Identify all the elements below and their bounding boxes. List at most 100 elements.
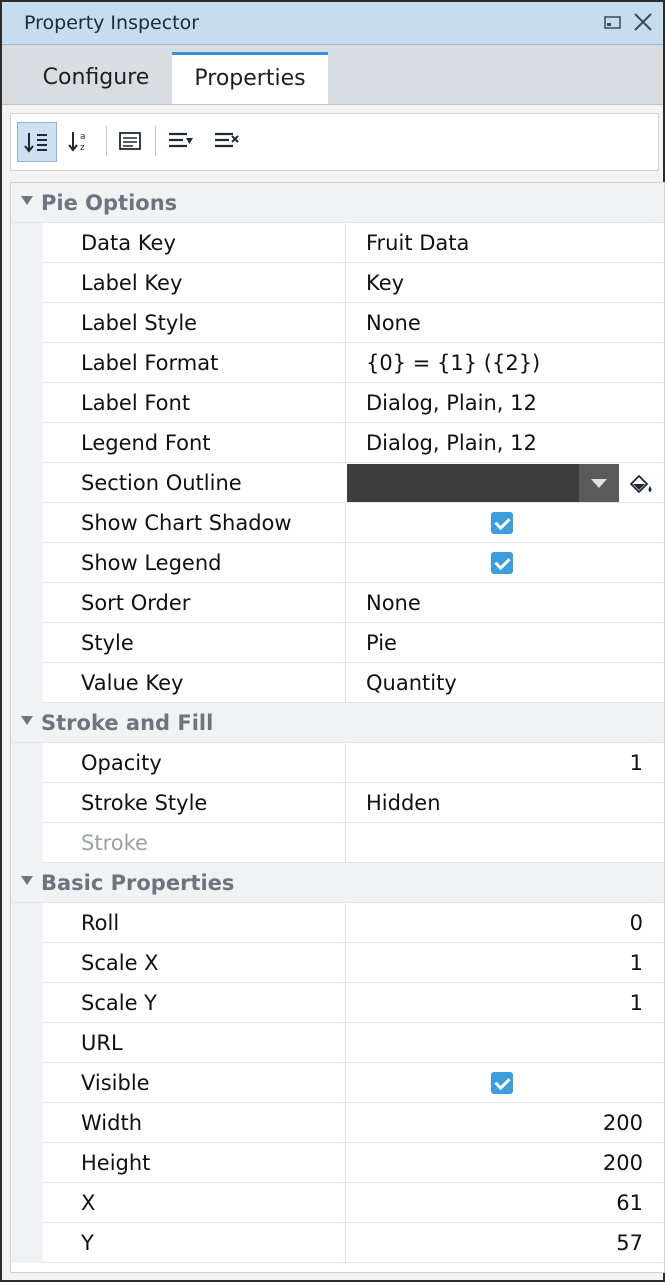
property-value[interactable]: 200 bbox=[603, 1111, 643, 1135]
property-name: Label Font bbox=[81, 391, 191, 415]
property-value[interactable]: Dialog, Plain, 12 bbox=[366, 431, 537, 455]
group-pie-options[interactable]: Pie Options bbox=[11, 183, 664, 223]
property-value[interactable]: None bbox=[366, 591, 421, 615]
caret-down-icon bbox=[21, 196, 33, 205]
property-row-style[interactable]: Style Pie bbox=[11, 623, 664, 663]
property-name: Show Legend bbox=[81, 551, 222, 575]
group-label: Basic Properties bbox=[41, 871, 235, 895]
tab-properties[interactable]: Properties bbox=[172, 52, 328, 104]
property-name: Scale Y bbox=[81, 991, 158, 1015]
property-value[interactable]: 1 bbox=[630, 951, 643, 975]
property-row-url[interactable]: URL bbox=[11, 1023, 664, 1063]
property-value[interactable]: {0} = {1} ({2}) bbox=[366, 351, 540, 375]
close-icon[interactable] bbox=[630, 9, 656, 35]
svg-text:z: z bbox=[80, 143, 85, 153]
group-basic-properties[interactable]: Basic Properties bbox=[11, 863, 664, 903]
property-row-height[interactable]: Height 200 bbox=[11, 1143, 664, 1183]
property-inspector-window: Property Inspector Configure Properties … bbox=[0, 0, 665, 1282]
property-value[interactable]: 1 bbox=[630, 991, 643, 1015]
group-stroke-and-fill[interactable]: Stroke and Fill bbox=[11, 703, 664, 743]
property-name: Data Key bbox=[81, 231, 176, 255]
property-row-scale-y[interactable]: Scale Y 1 bbox=[11, 983, 664, 1023]
checkbox-checked[interactable] bbox=[491, 512, 513, 534]
property-name: Height bbox=[81, 1151, 151, 1175]
property-row-y[interactable]: Y 57 bbox=[11, 1223, 664, 1263]
property-name: Scale X bbox=[81, 951, 159, 975]
toolbar-separator bbox=[106, 126, 107, 156]
property-row-x[interactable]: X 61 bbox=[11, 1183, 664, 1223]
svg-text:a: a bbox=[80, 132, 86, 142]
property-name: Value Key bbox=[81, 671, 184, 695]
property-value[interactable]: 0 bbox=[630, 911, 643, 935]
chevron-down-icon[interactable] bbox=[579, 464, 619, 502]
window-title: Property Inspector bbox=[24, 12, 200, 34]
property-name: Stroke Style bbox=[81, 791, 208, 815]
property-row-label-style[interactable]: Label Style None bbox=[11, 303, 664, 343]
property-name: Opacity bbox=[81, 751, 162, 775]
property-row-value-key[interactable]: Value Key Quantity bbox=[11, 663, 664, 703]
checkbox-checked[interactable] bbox=[491, 1072, 513, 1094]
property-row-legend-font[interactable]: Legend Font Dialog, Plain, 12 bbox=[11, 423, 664, 463]
property-value[interactable]: Quantity bbox=[366, 671, 457, 695]
property-row-stroke-style[interactable]: Stroke Style Hidden bbox=[11, 783, 664, 823]
property-value[interactable]: 1 bbox=[630, 751, 643, 775]
restore-icon[interactable] bbox=[600, 9, 626, 35]
collapse-all-icon[interactable] bbox=[207, 122, 247, 162]
property-value[interactable]: Key bbox=[366, 271, 404, 295]
property-name: Width bbox=[81, 1111, 143, 1135]
property-name: URL bbox=[81, 1031, 123, 1055]
property-value[interactable]: 57 bbox=[616, 1231, 643, 1255]
property-row-show-chart-shadow[interactable]: Show Chart Shadow bbox=[11, 503, 664, 543]
details-icon[interactable] bbox=[111, 122, 151, 162]
property-name: Legend Font bbox=[81, 431, 211, 455]
property-value[interactable]: 200 bbox=[603, 1151, 643, 1175]
property-value[interactable]: Dialog, Plain, 12 bbox=[366, 391, 537, 415]
property-row-width[interactable]: Width 200 bbox=[11, 1103, 664, 1143]
property-value[interactable]: None bbox=[366, 311, 421, 335]
property-row-opacity[interactable]: Opacity 1 bbox=[11, 743, 664, 783]
paint-bucket-icon[interactable] bbox=[627, 471, 655, 497]
property-row-visible[interactable]: Visible bbox=[11, 1063, 664, 1103]
property-name: X bbox=[81, 1191, 96, 1215]
expand-all-icon[interactable] bbox=[161, 122, 201, 162]
property-name: Y bbox=[81, 1231, 94, 1255]
checkbox-checked[interactable] bbox=[491, 552, 513, 574]
group-label: Stroke and Fill bbox=[41, 711, 214, 735]
property-row-data-key[interactable]: Data Key Fruit Data bbox=[11, 223, 664, 263]
property-value[interactable]: 61 bbox=[616, 1191, 643, 1215]
sort-categorized-icon[interactable] bbox=[17, 122, 57, 162]
property-row-section-outline[interactable]: Section Outline bbox=[11, 463, 664, 503]
property-name: Visible bbox=[81, 1071, 150, 1095]
tab-configure[interactable]: Configure bbox=[22, 52, 170, 104]
property-row-label-format[interactable]: Label Format {0} = {1} ({2}) bbox=[11, 343, 664, 383]
toolbar-separator bbox=[155, 126, 156, 156]
caret-down-icon bbox=[21, 876, 33, 885]
property-value[interactable]: Pie bbox=[366, 631, 397, 655]
property-value[interactable]: Fruit Data bbox=[366, 231, 469, 255]
property-row-label-key[interactable]: Label Key Key bbox=[11, 263, 664, 303]
caret-down-icon bbox=[21, 716, 33, 725]
property-row-roll[interactable]: Roll 0 bbox=[11, 903, 664, 943]
group-label: Pie Options bbox=[41, 191, 178, 215]
property-value[interactable]: Hidden bbox=[366, 791, 441, 815]
property-name: Label Format bbox=[81, 351, 219, 375]
property-name: Label Style bbox=[81, 311, 198, 335]
property-name: Sort Order bbox=[81, 591, 191, 615]
property-row-label-font[interactable]: Label Font Dialog, Plain, 12 bbox=[11, 383, 664, 423]
toolbar: a z bbox=[10, 113, 659, 171]
property-name: Stroke bbox=[81, 831, 148, 855]
property-row-stroke: Stroke bbox=[11, 823, 664, 863]
sort-alphabetical-icon[interactable]: a z bbox=[61, 122, 101, 162]
color-swatch[interactable] bbox=[347, 464, 579, 502]
property-row-show-legend[interactable]: Show Legend bbox=[11, 543, 664, 583]
tab-bar: Configure Properties bbox=[2, 45, 663, 105]
property-name: Label Key bbox=[81, 271, 183, 295]
property-name: Show Chart Shadow bbox=[81, 511, 292, 535]
property-name: Style bbox=[81, 631, 134, 655]
property-name: Section Outline bbox=[81, 471, 242, 495]
property-name: Roll bbox=[81, 911, 120, 935]
property-grid: Pie Options Data Key Fruit Data Label Ke… bbox=[10, 182, 665, 1273]
property-row-scale-x[interactable]: Scale X 1 bbox=[11, 943, 664, 983]
property-row-sort-order[interactable]: Sort Order None bbox=[11, 583, 664, 623]
title-bar: Property Inspector bbox=[2, 2, 663, 45]
